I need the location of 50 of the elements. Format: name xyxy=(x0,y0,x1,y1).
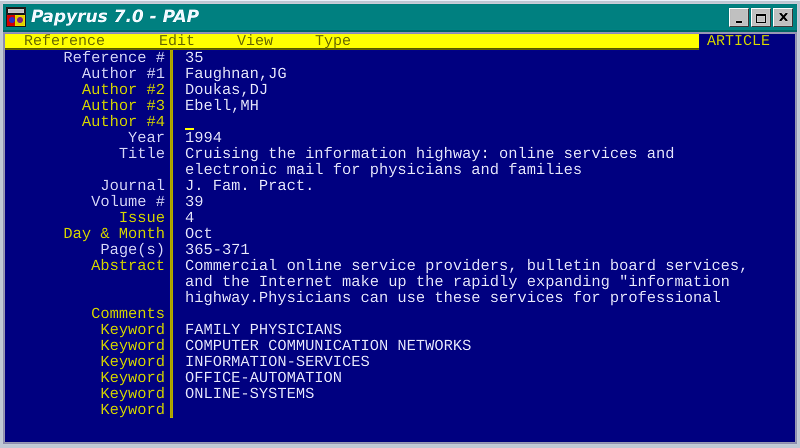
field-value[interactable]: Oct xyxy=(185,226,213,242)
field-value[interactable]: 365-371 xyxy=(185,242,250,258)
field-label: Keyword xyxy=(99,322,165,338)
field-label: Author #2 xyxy=(80,82,165,98)
minimize-button[interactable] xyxy=(729,8,749,26)
field-label: Keyword xyxy=(99,338,165,354)
field-label: Volume # xyxy=(90,194,165,210)
field-label: Abstract xyxy=(90,258,165,277)
field-label: Comments xyxy=(90,306,165,322)
field-value[interactable]: Commercial online service providers, bulletin board services, and the Internet make up the rapidly expanding "information highway.Physicians can use these services for professional xyxy=(185,258,748,306)
field-value[interactable]: Ebell,MH xyxy=(185,98,259,114)
field-value[interactable]: FAMILY PHYSICIANS xyxy=(185,322,342,338)
menu-item[interactable]: Reference xyxy=(21,34,108,48)
field-label: Day & Month xyxy=(62,226,165,242)
maximize-button[interactable] xyxy=(751,8,771,26)
field-value[interactable]: Faughnan,JG xyxy=(185,66,287,82)
field-label: Author #1 xyxy=(80,66,165,82)
field-value[interactable]: Cruising the information highway: online services and electronic mail for physicians and families xyxy=(185,146,675,178)
menu-item[interactable]: Edit xyxy=(156,34,198,48)
field-value[interactable]: Doukas,DJ xyxy=(185,82,268,98)
minimize-icon xyxy=(736,20,742,22)
field-label: Keyword xyxy=(99,354,165,370)
field-label: Year xyxy=(128,130,165,146)
field-label: Reference # xyxy=(62,50,165,66)
field-label: Author #4 xyxy=(80,114,165,130)
app-icon xyxy=(6,7,26,27)
menu-item[interactable]: Type xyxy=(312,34,354,48)
close-button[interactable] xyxy=(773,8,793,26)
field-label: Title xyxy=(118,146,165,165)
field-label: Page(s) xyxy=(100,242,165,258)
close-icon xyxy=(778,13,788,21)
field-value[interactable]: 1994 xyxy=(185,130,222,146)
field-label: Keyword xyxy=(99,370,165,386)
field-label: Journal xyxy=(100,178,165,194)
field-value[interactable]: ONLINE-SYSTEMS xyxy=(185,386,314,402)
maximize-icon xyxy=(756,14,766,22)
window-title: Papyrus 7.0 - PAP xyxy=(31,7,200,27)
field-value[interactable]: OFFICE-AUTOMATION xyxy=(185,370,342,386)
field-value[interactable]: INFORMATION-SERVICES xyxy=(185,354,370,370)
field-label: Keyword xyxy=(99,386,165,402)
field-value[interactable]: 39 xyxy=(185,194,204,210)
field-value[interactable]: COMPUTER COMMUNICATION NETWORKS xyxy=(185,338,472,354)
field-label: Issue xyxy=(118,210,165,226)
field-value[interactable]: J. Fam. Pract. xyxy=(185,178,314,194)
field-value[interactable]: 35 xyxy=(185,50,204,66)
field-value[interactable]: 4 xyxy=(185,210,194,226)
field-label: Keyword xyxy=(99,402,165,418)
record-type: ARTICLE xyxy=(707,34,770,50)
menu-item[interactable]: View xyxy=(234,34,276,48)
field-label: Author #3 xyxy=(80,98,165,114)
